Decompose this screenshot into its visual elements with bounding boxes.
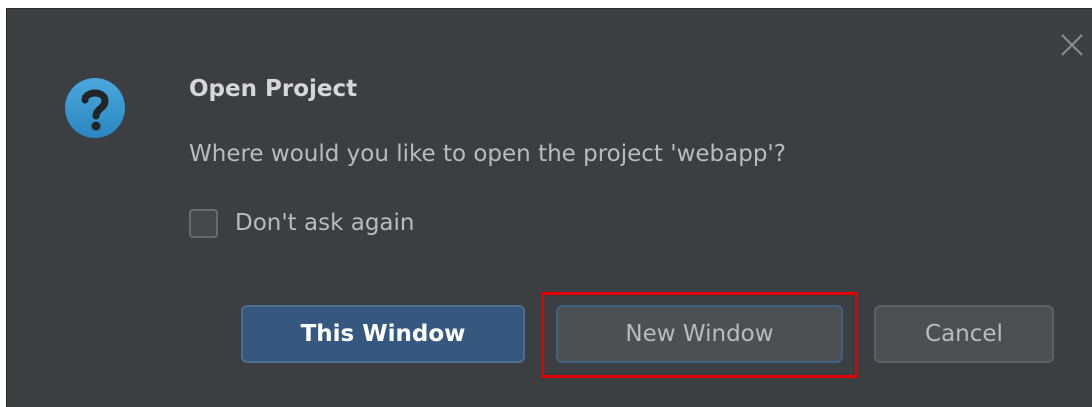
close-button[interactable] (1058, 31, 1086, 59)
dialog-message: Where would you like to open the project… (189, 141, 786, 167)
dialog-title: Open Project (189, 76, 358, 102)
cancel-button[interactable]: Cancel (874, 305, 1054, 363)
checkbox-label: Don't ask again (235, 210, 415, 236)
new-window-button[interactable]: New Window (556, 305, 843, 363)
this-window-button[interactable]: This Window (241, 305, 525, 363)
open-project-dialog: Open Project Where would you like to ope… (6, 8, 1092, 407)
question-icon (63, 76, 127, 140)
checkbox-box[interactable] (189, 208, 218, 238)
close-icon (1061, 34, 1083, 56)
dont-ask-again-checkbox[interactable]: Don't ask again (189, 206, 414, 240)
